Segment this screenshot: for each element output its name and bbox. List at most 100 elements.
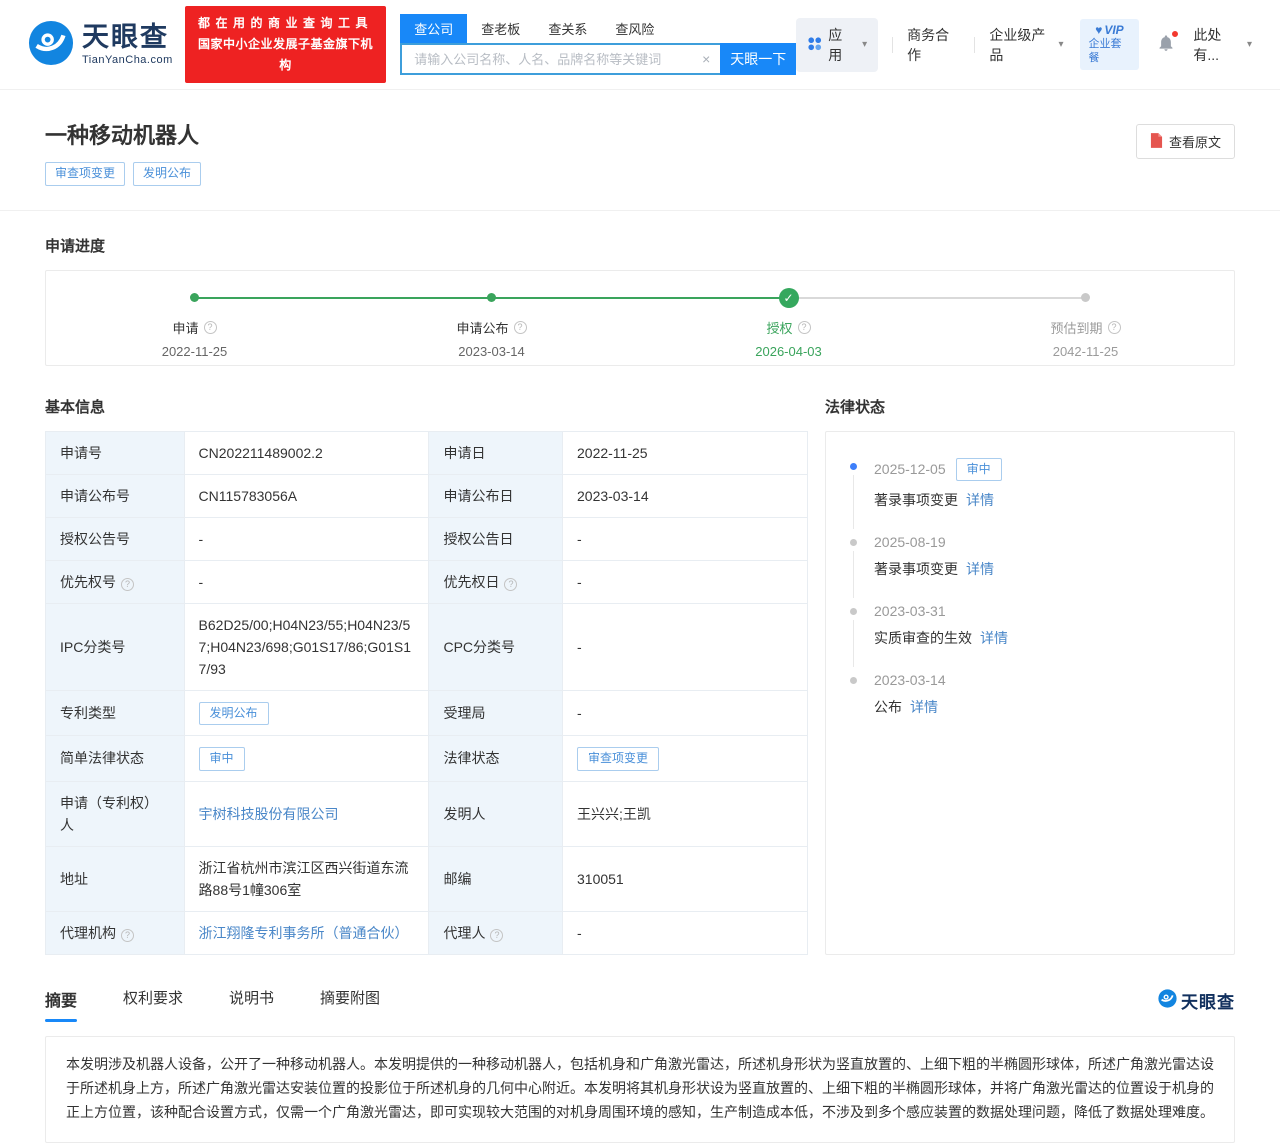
application-progress-section: 申请进度 申请?2022-11-25申请公布?2023-03-14✓授权?202… <box>45 235 1235 366</box>
content-tab[interactable]: 权利要求 <box>123 987 183 1022</box>
vip-package-button[interactable]: ♥ VIP 企业套餐 <box>1080 19 1140 70</box>
view-original-button[interactable]: 查看原文 <box>1136 124 1235 159</box>
row-value: 浙江翔隆专利事务所（普通合伙） <box>184 911 429 954</box>
detail-link[interactable]: 详情 <box>966 561 994 577</box>
legal-date: 2025-08-19 <box>874 534 946 550</box>
search-tab[interactable]: 查风险 <box>601 14 668 43</box>
brand-name: 天眼查 <box>82 24 173 51</box>
content-tab[interactable]: 摘要附图 <box>320 987 380 1022</box>
notifications-button[interactable] <box>1157 33 1175 56</box>
row-value: CN115783056A <box>184 474 429 517</box>
help-icon[interactable]: ? <box>1108 321 1121 334</box>
help-icon[interactable]: ? <box>490 929 503 942</box>
business-cooperation-link[interactable]: 商务合作 <box>907 25 960 65</box>
help-icon[interactable]: ? <box>514 321 527 334</box>
search-tab[interactable]: 查老板 <box>467 14 534 43</box>
help-icon[interactable]: ? <box>121 578 134 591</box>
search-button[interactable]: 天眼一下 <box>720 43 796 75</box>
status-badge: 审中 <box>956 458 1002 482</box>
promo-line2: 国家中小企业发展子基金旗下机构 <box>195 34 377 76</box>
search-tabs: 查公司查老板查关系查风险 <box>400 14 796 43</box>
progress-dot-icon <box>487 293 496 302</box>
help-icon[interactable]: ? <box>121 929 134 942</box>
divider <box>974 37 975 53</box>
tianyancha-logo-icon <box>28 20 74 69</box>
table-row: 专利类型发明公布受理局- <box>46 690 808 736</box>
row-label: 受理局 <box>429 690 563 736</box>
vip-label: VIP <box>1104 23 1123 38</box>
basic-info-table: 申请号CN202211489002.2申请日2022-11-25申请公布号CN1… <box>45 431 808 955</box>
apps-menu-button[interactable]: 应用 ▾ <box>796 18 878 72</box>
search-tab[interactable]: 查公司 <box>400 14 467 43</box>
content-tab[interactable]: 摘要 <box>45 987 77 1022</box>
row-value: 310051 <box>563 846 808 911</box>
search-block: 查公司查老板查关系查风险 × 天眼一下 <box>400 14 796 75</box>
progress-step-date: 2026-04-03 <box>755 344 822 359</box>
detail-link[interactable]: 详情 <box>966 492 994 508</box>
row-value: 2022-11-25 <box>563 431 808 474</box>
progress-steps: 申请?2022-11-25申请公布?2023-03-14✓授权?2026-04-… <box>46 289 1234 359</box>
progress-dot-icon <box>190 293 199 302</box>
apps-label: 应用 <box>828 25 853 65</box>
help-icon[interactable]: ? <box>204 321 217 334</box>
help-icon[interactable]: ? <box>798 321 811 334</box>
legal-status-item: 2023-03-14公布详情 <box>850 672 1210 717</box>
patent-title-section: 一种移动机器人 审查项变更发明公布 查看原文 <box>0 90 1280 211</box>
legal-event: 实质审查的生效 <box>874 630 972 646</box>
row-value: 审查项变更 <box>563 736 808 782</box>
enterprise-products-menu[interactable]: 企业级产品 ▾ <box>989 25 1063 65</box>
vip-sub-label: 企业套餐 <box>1089 38 1131 66</box>
detail-link[interactable]: 详情 <box>910 699 938 715</box>
content-tab[interactable]: 说明书 <box>229 987 274 1022</box>
bell-icon <box>1157 40 1175 56</box>
content-tabs-list: 摘要 权利要求 说明书 摘要附图 <box>45 987 426 1022</box>
help-icon[interactable]: ? <box>504 578 517 591</box>
status-tag: 审中 <box>199 747 245 771</box>
tianyancha-logo[interactable]: 天眼查 TianYanCha.com <box>28 20 173 69</box>
row-label: 发明人 <box>429 781 563 846</box>
search-tab[interactable]: 查关系 <box>534 14 601 43</box>
patent-status-tag: 审查项变更 <box>45 162 125 186</box>
patent-tags: 审查项变更发明公布 <box>45 162 1235 186</box>
status-tag: 审查项变更 <box>577 747 659 771</box>
progress-step-date: 2042-11-25 <box>1053 344 1119 359</box>
table-row: 申请（专利权）人宇树科技股份有限公司发明人王兴兴;王凯 <box>46 781 808 846</box>
row-label: 代理人? <box>429 911 563 954</box>
vip-heart-icon: ♥ <box>1095 23 1102 38</box>
progress-step-date: 2023-03-14 <box>458 344 525 359</box>
chevron-down-icon: ▾ <box>1058 39 1063 50</box>
tianyancha-watermark-icon <box>1158 989 1177 1011</box>
entity-link[interactable]: 宇树科技股份有限公司 <box>199 806 339 822</box>
progress-step: 预估到期?2042-11-25 <box>937 289 1234 359</box>
row-label: 申请公布日 <box>429 474 563 517</box>
abstract-text: 本发明涉及机器人设备，公开了一种移动机器人。本发明提供的一种移动机器人，包括机身… <box>45 1036 1235 1143</box>
brand-domain: TianYanCha.com <box>82 55 173 66</box>
search-input[interactable] <box>400 43 720 75</box>
row-label: 优先权日? <box>429 560 563 603</box>
progress-step: 申请?2022-11-25 <box>46 289 343 359</box>
user-menu[interactable]: 此处有... ▾ <box>1193 25 1252 65</box>
legal-event: 著录事项变更 <box>874 561 958 577</box>
row-value: - <box>563 690 808 736</box>
entity-link[interactable]: 浙江翔隆专利事务所（普通合伙） <box>199 925 409 941</box>
legal-event: 公布 <box>874 699 902 715</box>
table-row: 授权公告号-授权公告日- <box>46 517 808 560</box>
notification-badge <box>1171 30 1179 38</box>
page-title: 一种移动机器人 <box>45 118 1235 150</box>
progress-check-icon: ✓ <box>779 288 799 308</box>
row-value: - <box>563 560 808 603</box>
clear-search-icon[interactable]: × <box>702 51 710 67</box>
row-label: 授权公告号 <box>46 517 185 560</box>
legal-status-list: 2025-12-05审中著录事项变更详情2025-08-19著录事项变更详情20… <box>850 458 1210 718</box>
progress-step-label: 申请公布 <box>456 318 508 337</box>
row-value: - <box>563 517 808 560</box>
legal-date: 2023-03-31 <box>874 603 946 619</box>
content-tabs: 摘要权利要求说明书摘要附图 天眼查 <box>45 987 1235 1022</box>
detail-link[interactable]: 详情 <box>980 630 1008 646</box>
row-value: 浙江省杭州市滨江区西兴街道东流路88号1幢306室 <box>184 846 429 911</box>
legal-status-title: 法律状态 <box>825 396 1235 417</box>
progress-step-label: 申请 <box>172 318 198 337</box>
table-row: 简单法律状态审中法律状态审查项变更 <box>46 736 808 782</box>
row-label: IPC分类号 <box>46 603 185 690</box>
promo-line1: 都在用的商业查询工具 <box>195 13 377 34</box>
